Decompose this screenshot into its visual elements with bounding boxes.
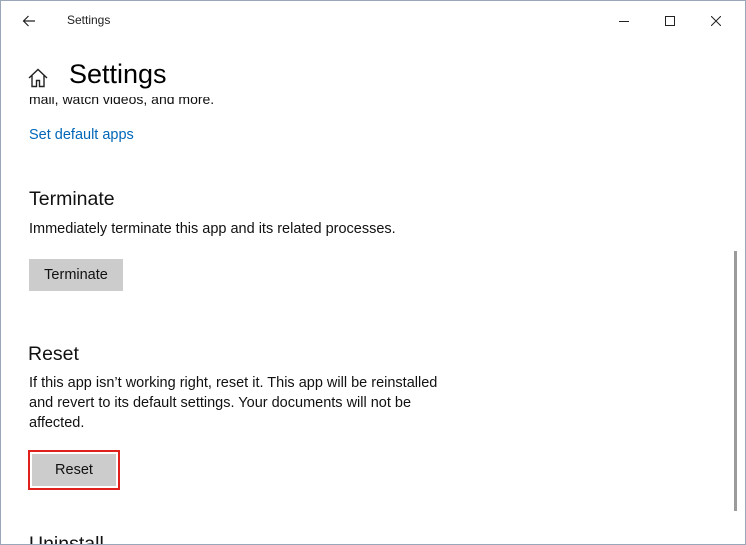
scrollbar[interactable] — [734, 251, 737, 511]
home-button[interactable] — [27, 67, 51, 91]
close-button[interactable] — [693, 1, 739, 41]
uninstall-heading-partial: Uninstall — [29, 533, 104, 544]
minimize-icon — [619, 21, 629, 22]
terminate-heading: Terminate — [29, 188, 115, 210]
set-default-apps-link[interactable]: Set default apps — [29, 127, 134, 143]
truncated-description: mail, watch videos, and more. — [29, 97, 215, 107]
maximize-button[interactable] — [647, 1, 693, 41]
terminate-description: Immediately terminate this app and its r… — [29, 221, 396, 237]
home-icon — [28, 68, 48, 88]
window-title: Settings — [67, 13, 111, 27]
back-button[interactable] — [13, 7, 45, 35]
title-bar: Settings — [1, 1, 745, 41]
page-title: Settings — [69, 59, 167, 89]
close-icon — [711, 16, 721, 26]
reset-heading: Reset — [28, 343, 79, 365]
terminate-button[interactable]: Terminate — [29, 259, 123, 291]
content-area: mail, watch videos, and more. Set defaul… — [1, 97, 725, 544]
reset-button[interactable]: Reset — [28, 450, 120, 490]
reset-description: If this app isn’t working right, reset i… — [29, 375, 438, 431]
settings-window: Settings Settings mail, watch videos, an… — [0, 0, 746, 545]
minimize-button[interactable] — [601, 1, 647, 41]
maximize-icon — [665, 16, 675, 26]
back-arrow-icon — [22, 15, 35, 27]
